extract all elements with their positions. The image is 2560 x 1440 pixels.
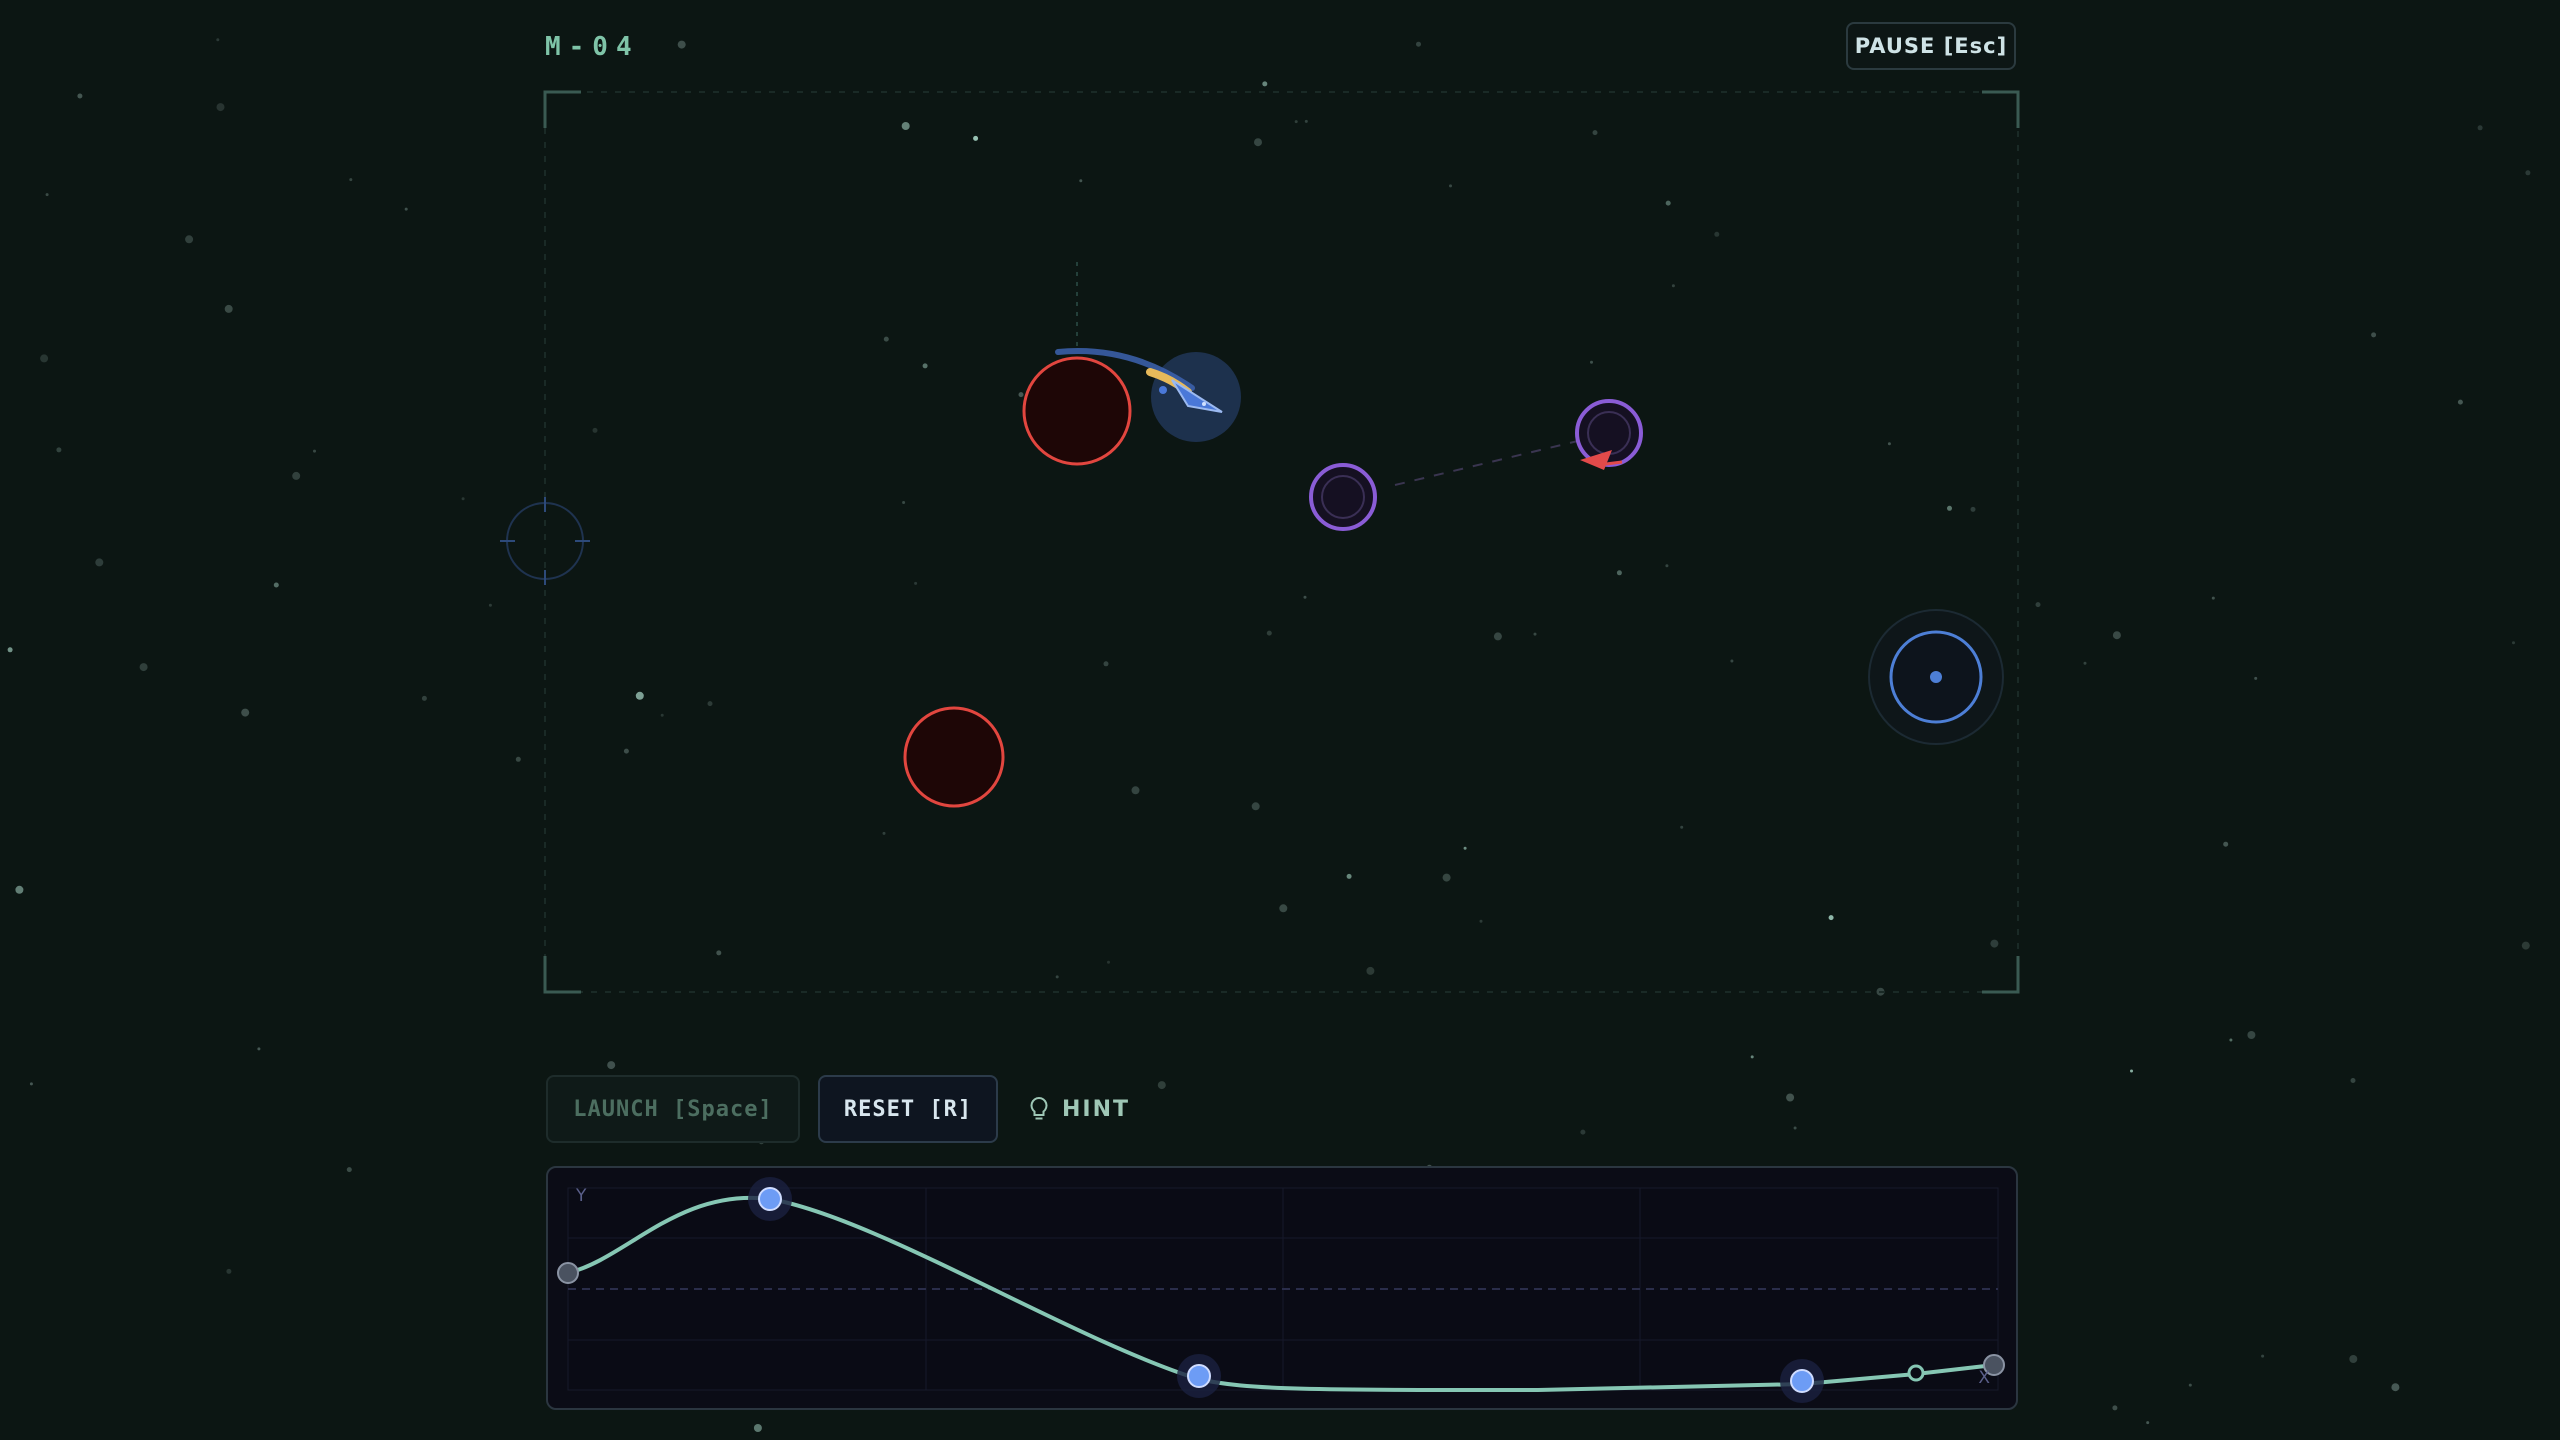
hint-button[interactable]: HINT: [1028, 1075, 1178, 1143]
hint-label: HINT: [1062, 1096, 1131, 1122]
spawn-crosshair-icon: [500, 497, 590, 585]
game-screen: M-04 PAUSE [Esc] LAUNCH [Space] RESET [R…: [0, 0, 2560, 1440]
control-point-start[interactable]: [557, 1262, 579, 1284]
field-border: [544, 91, 2019, 993]
x-axis-label: X: [1978, 1368, 1990, 1388]
y-axis-label: Y: [576, 1186, 587, 1206]
frame-corner-br: [1982, 956, 2020, 994]
hazard-planet-1: [1022, 356, 1132, 466]
control-point-3[interactable]: [1780, 1359, 1824, 1403]
portal-link: [1394, 439, 1583, 486]
hazard-planet-2: [903, 706, 1005, 808]
frame-corner-tl: [543, 90, 581, 128]
control-point-handle[interactable]: [1907, 1364, 1925, 1382]
lightbulb-icon: [1030, 1096, 1048, 1120]
target-ring-icon: [1868, 609, 2004, 745]
curve-graph[interactable]: [548, 1168, 2016, 1408]
level-label: M-04: [545, 32, 640, 62]
launch-button[interactable]: LAUNCH [Space]: [546, 1075, 800, 1143]
control-point-2[interactable]: [1177, 1354, 1221, 1398]
pause-button[interactable]: PAUSE [Esc]: [1846, 22, 2016, 70]
portal-entry: [1309, 463, 1377, 531]
reset-button[interactable]: RESET [R]: [818, 1075, 998, 1143]
trajectory-curve-editor[interactable]: Y X: [546, 1166, 2018, 1410]
frame-corner-bl: [543, 956, 581, 994]
control-point-1[interactable]: [748, 1177, 792, 1221]
frame-corner-tr: [1982, 90, 2020, 128]
